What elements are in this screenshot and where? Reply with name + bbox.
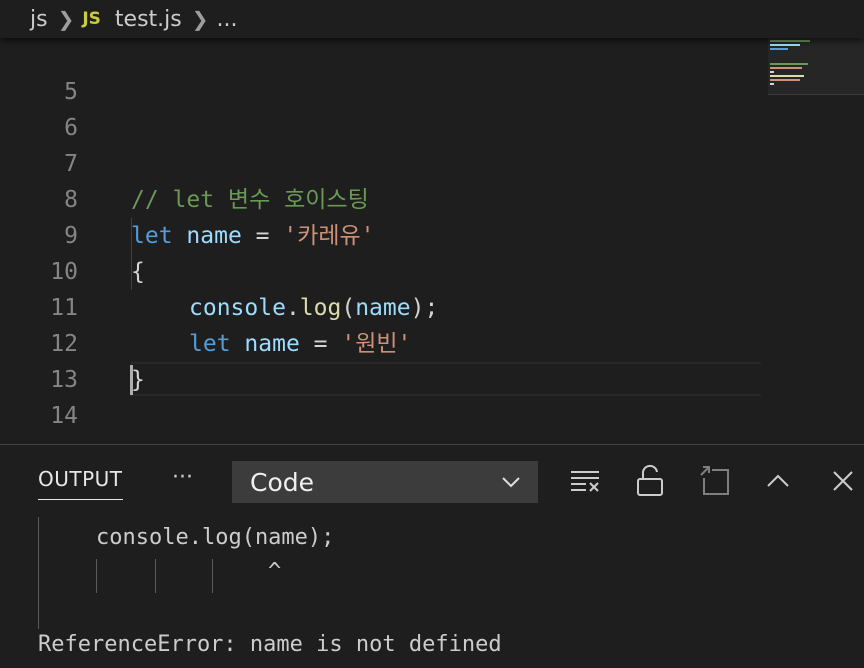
code-editor[interactable]: 5 6 7 // let 변수 호이스팅 8 let name = '카레유' … bbox=[0, 38, 864, 444]
minimap[interactable] bbox=[768, 38, 864, 95]
tab-output[interactable]: OUTPUT bbox=[38, 467, 123, 500]
output-error-message: ReferenceError: name is not defined bbox=[38, 632, 502, 657]
code-line[interactable]: 12 } bbox=[0, 290, 760, 393]
output-content[interactable]: console.log(name); ^ ReferenceError: nam… bbox=[0, 517, 864, 668]
code-line[interactable]: 14 bbox=[0, 362, 760, 429]
breadcrumb-file[interactable]: test.js bbox=[115, 7, 182, 32]
output-code-line: console.log(name); bbox=[96, 525, 335, 550]
breadcrumb-symbol[interactable]: ... bbox=[217, 7, 238, 32]
lock-scroll-icon[interactable] bbox=[633, 464, 667, 498]
output-guide bbox=[212, 559, 213, 593]
code-line[interactable]: 7 // let 변수 호이스팅 bbox=[0, 110, 760, 213]
chevron-up-icon[interactable] bbox=[761, 464, 795, 498]
chevron-right-icon: ❯ bbox=[191, 7, 209, 31]
clear-output-icon[interactable] bbox=[568, 464, 602, 498]
output-guide bbox=[155, 559, 156, 593]
breadcrumb-folder[interactable]: js bbox=[30, 7, 48, 32]
code-line[interactable]: 9 { bbox=[0, 182, 760, 285]
code-line[interactable]: 13 bbox=[0, 326, 760, 393]
output-caret: ^ bbox=[268, 559, 282, 584]
open-editor-icon[interactable] bbox=[698, 464, 732, 498]
line-number: 14 bbox=[50, 403, 78, 429]
output-guide bbox=[38, 517, 39, 629]
code-line[interactable]: 5 bbox=[0, 38, 760, 105]
more-actions-button[interactable]: ··· bbox=[172, 465, 193, 490]
panel-header: OUTPUT ··· Code bbox=[0, 445, 864, 517]
chevron-down-icon bbox=[502, 477, 520, 488]
code-line[interactable]: 8 let name = '카레유' bbox=[0, 146, 760, 249]
breadcrumb: js ❯ JS test.js ❯ ... bbox=[0, 0, 864, 38]
output-channel-value: Code bbox=[250, 467, 315, 497]
code-line[interactable]: 10 console.log(name); bbox=[0, 218, 760, 321]
close-icon[interactable] bbox=[826, 464, 860, 498]
code-line[interactable]: 11 let name = '원빈' bbox=[0, 254, 760, 357]
javascript-file-icon: JS bbox=[82, 9, 101, 29]
output-channel-select[interactable]: Code bbox=[232, 461, 538, 503]
code-line[interactable]: 6 bbox=[0, 74, 760, 141]
output-guide bbox=[96, 559, 97, 593]
text-cursor bbox=[130, 365, 133, 395]
chevron-right-icon: ❯ bbox=[57, 7, 75, 31]
